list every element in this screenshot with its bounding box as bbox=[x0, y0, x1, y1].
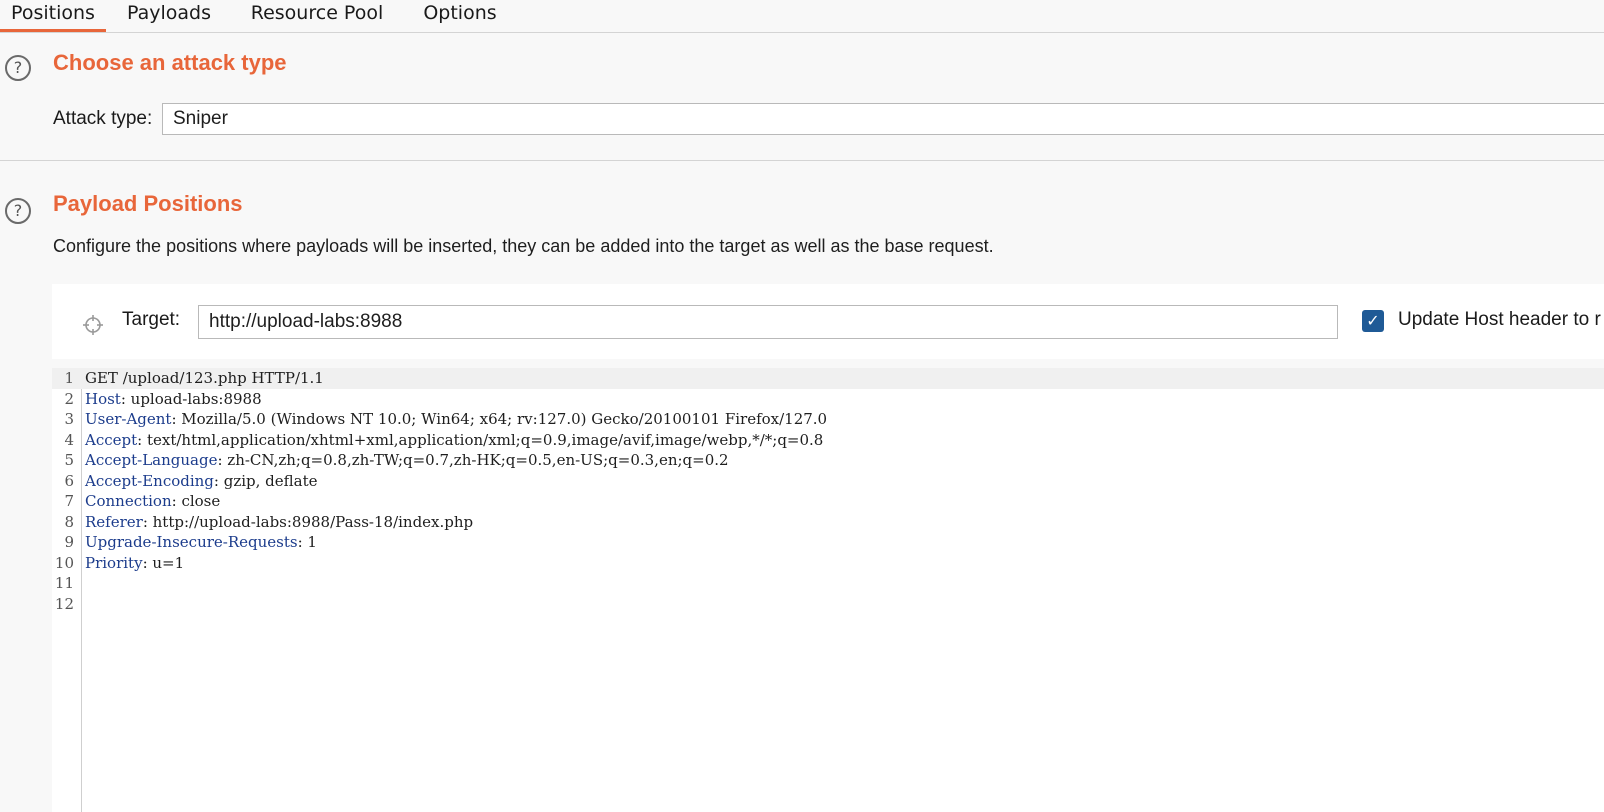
tab-options[interactable]: Options bbox=[412, 0, 508, 31]
header-value: GET /upload/123.php HTTP/1.1 bbox=[85, 369, 324, 387]
line-text: GET /upload/123.php HTTP/1.1 bbox=[85, 368, 324, 389]
line-number: 1 bbox=[64, 369, 74, 387]
request-line[interactable]: 5 Accept-Language: zh-CN,zh;q=0.8,zh-TW;q… bbox=[52, 450, 1604, 471]
header-value: : u=1 bbox=[142, 553, 185, 572]
header-name: Accept bbox=[85, 430, 138, 449]
line-number: 3 bbox=[64, 410, 74, 428]
request-line[interactable]: 8 Referer: http://upload-labs:8988/Pass-1… bbox=[52, 512, 1604, 533]
help-icon[interactable]: ? bbox=[5, 55, 31, 81]
line-number: 2 bbox=[64, 389, 74, 408]
header-value: : 1 bbox=[297, 533, 317, 551]
target-input[interactable]: http://upload-labs:8988 bbox=[198, 305, 1338, 339]
line-text: Priority: u=1 bbox=[85, 553, 184, 574]
line-number: 7 bbox=[64, 492, 74, 510]
help-icon[interactable]: ? bbox=[5, 198, 31, 224]
header-name: Accept-Language bbox=[85, 451, 218, 469]
update-host-checkbox[interactable]: ✓ bbox=[1362, 310, 1384, 332]
header-name: Host bbox=[85, 389, 121, 408]
header-name: Connection bbox=[85, 492, 172, 510]
line-number: 9 bbox=[64, 533, 74, 551]
request-line[interactable]: 3 User-Agent: Mozilla/5.0 (Windows NT 10.… bbox=[52, 409, 1604, 430]
target-crosshair-icon[interactable] bbox=[82, 314, 104, 336]
line-number: 8 bbox=[64, 512, 74, 531]
header-name: Upgrade-Insecure-Requests bbox=[85, 533, 298, 551]
tab-bar: Positions Payloads Resource Pool Options bbox=[0, 0, 1604, 33]
target-panel: Target: http://upload-labs:8988 ✓ Update… bbox=[52, 284, 1604, 359]
payload-positions-title: Payload Positions bbox=[53, 191, 243, 216]
line-text: User-Agent: Mozilla/5.0 (Windows NT 10.0… bbox=[85, 409, 827, 430]
line-text: Accept-Encoding: gzip, deflate bbox=[85, 471, 318, 492]
header-value: : http://upload-labs:8988/Pass-18/index.… bbox=[142, 512, 474, 531]
request-line[interactable]: 7 Connection: close bbox=[52, 491, 1604, 512]
line-number: 4 bbox=[64, 430, 74, 449]
request-line[interactable]: 2 Host: upload-labs:8988 bbox=[52, 389, 1604, 410]
line-text: Accept: text/html,application/xhtml+xml,… bbox=[85, 430, 823, 451]
tab-resource-pool[interactable]: Resource Pool bbox=[243, 0, 391, 31]
header-name: Priority bbox=[85, 553, 143, 572]
line-text: Accept-Language: zh-CN,zh;q=0.8,zh-TW;q=… bbox=[85, 450, 729, 471]
header-value: : gzip, deflate bbox=[213, 471, 318, 490]
request-line[interactable]: 11 bbox=[52, 573, 1604, 594]
request-line[interactable]: 1 GET /upload/123.php HTTP/1.1 bbox=[52, 368, 1604, 389]
request-line[interactable]: 10 Priority: u=1 bbox=[52, 553, 1604, 574]
attack-type-label: Attack type: bbox=[53, 108, 153, 129]
line-number: 11 bbox=[54, 574, 74, 592]
request-editor[interactable]: 1 GET /upload/123.php HTTP/1.1 2 Host: uplo… bbox=[52, 368, 1604, 812]
attack-type-select[interactable]: Sniper bbox=[162, 103, 1604, 135]
attack-type-title: Choose an attack type bbox=[53, 50, 287, 75]
line-number: 6 bbox=[64, 471, 74, 490]
line-number: 10 bbox=[54, 553, 74, 572]
update-host-label: Update Host header to r bbox=[1398, 309, 1601, 330]
header-value: : Mozilla/5.0 (Windows NT 10.0; Win64; x… bbox=[171, 410, 828, 428]
payload-positions-description: Configure the positions where payloads w… bbox=[53, 236, 994, 256]
request-line[interactable]: 9 Upgrade-Insecure-Requests: 1 bbox=[52, 532, 1604, 553]
header-value: : zh-CN,zh;q=0.8,zh-TW;q=0.7,zh-HK;q=0.5… bbox=[217, 451, 729, 469]
header-name: Accept-Encoding bbox=[85, 471, 214, 490]
header-name: User-Agent bbox=[85, 410, 172, 428]
line-text: Upgrade-Insecure-Requests: 1 bbox=[85, 532, 317, 553]
header-name: Referer bbox=[85, 512, 143, 531]
request-line[interactable]: 12 bbox=[52, 594, 1604, 615]
line-number: 12 bbox=[54, 594, 74, 613]
line-number: 5 bbox=[64, 451, 74, 469]
header-value: : upload-labs:8988 bbox=[120, 389, 262, 408]
tab-payloads[interactable]: Payloads bbox=[118, 0, 220, 31]
request-line[interactable]: 4 Accept: text/html,application/xhtml+xml… bbox=[52, 430, 1604, 451]
header-value: : text/html,application/xhtml+xml,applic… bbox=[137, 430, 824, 449]
line-text: Host: upload-labs:8988 bbox=[85, 389, 262, 410]
target-label: Target: bbox=[122, 309, 181, 330]
line-text: Connection: close bbox=[85, 491, 220, 512]
tab-positions[interactable]: Positions bbox=[0, 0, 106, 32]
header-value: : close bbox=[171, 492, 221, 510]
section-divider bbox=[0, 160, 1604, 161]
line-text: Referer: http://upload-labs:8988/Pass-18… bbox=[85, 512, 473, 533]
request-line[interactable]: 6 Accept-Encoding: gzip, deflate bbox=[52, 471, 1604, 492]
